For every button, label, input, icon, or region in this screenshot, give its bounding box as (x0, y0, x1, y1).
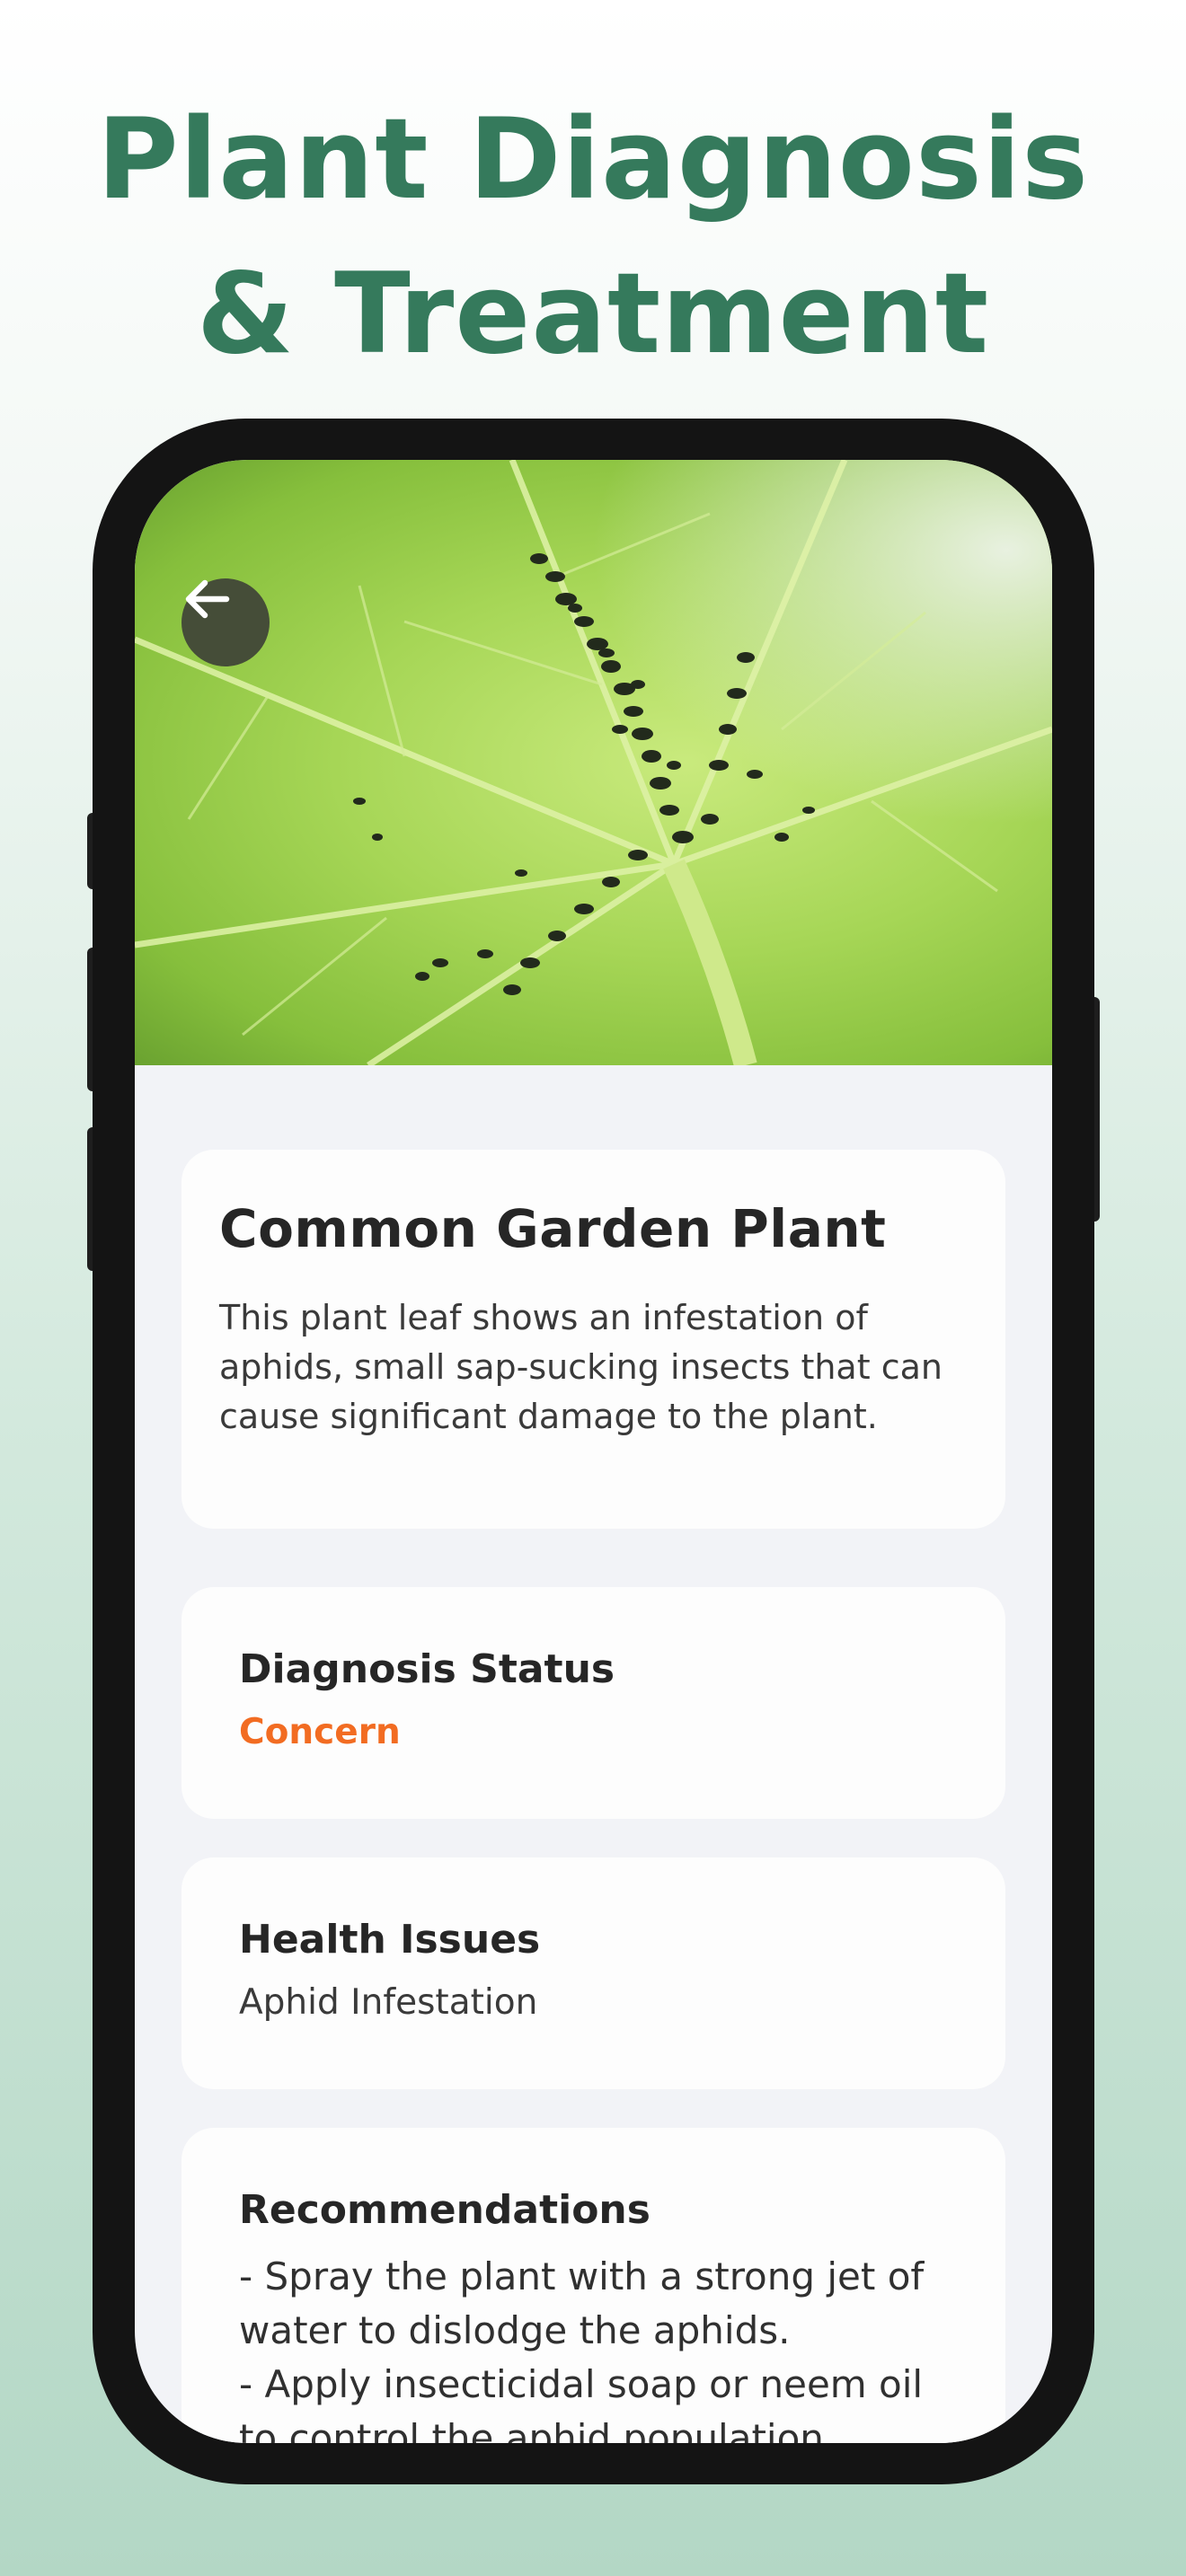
health-issues-value: Aphid Infestation (239, 1982, 538, 2023)
recommendations-title: Recommendations (239, 2187, 651, 2233)
recommendation-item: - Apply insecticidal soap or neem oil to… (239, 2362, 924, 2443)
back-button[interactable] (181, 578, 270, 666)
headline-line-2: & Treatment (196, 250, 990, 379)
health-issues-title: Health Issues (239, 1917, 541, 1963)
headline-line-1: Plant Diagnosis (96, 95, 1090, 225)
diagnosis-status-card: Diagnosis Status Concern (181, 1587, 1005, 1819)
plant-photo (135, 460, 1052, 1065)
phone-screen: Common Garden Plant This plant leaf show… (135, 460, 1052, 2443)
arrow-left-icon (185, 579, 230, 619)
leaf-illustration (135, 460, 1052, 1065)
headline: Plant Diagnosis & Treatment (0, 83, 1186, 392)
diagnosis-status-value: Concern (239, 1712, 401, 1752)
recommendations-list: - Spray the plant with a strong jet of w… (239, 2250, 948, 2443)
recommendations-card: Recommendations - Spray the plant with a… (181, 2128, 1005, 2443)
recommendation-item: - Spray the plant with a strong jet of w… (239, 2254, 925, 2352)
diagnosis-status-title: Diagnosis Status (239, 1646, 615, 1692)
plant-description: This plant leaf shows an infestation of … (219, 1298, 943, 1436)
plant-name: Common Garden Plant (219, 1198, 887, 1259)
health-issues-card: Health Issues Aphid Infestation (181, 1857, 1005, 2089)
plant-summary-card: Common Garden Plant This plant leaf show… (181, 1150, 1005, 1529)
